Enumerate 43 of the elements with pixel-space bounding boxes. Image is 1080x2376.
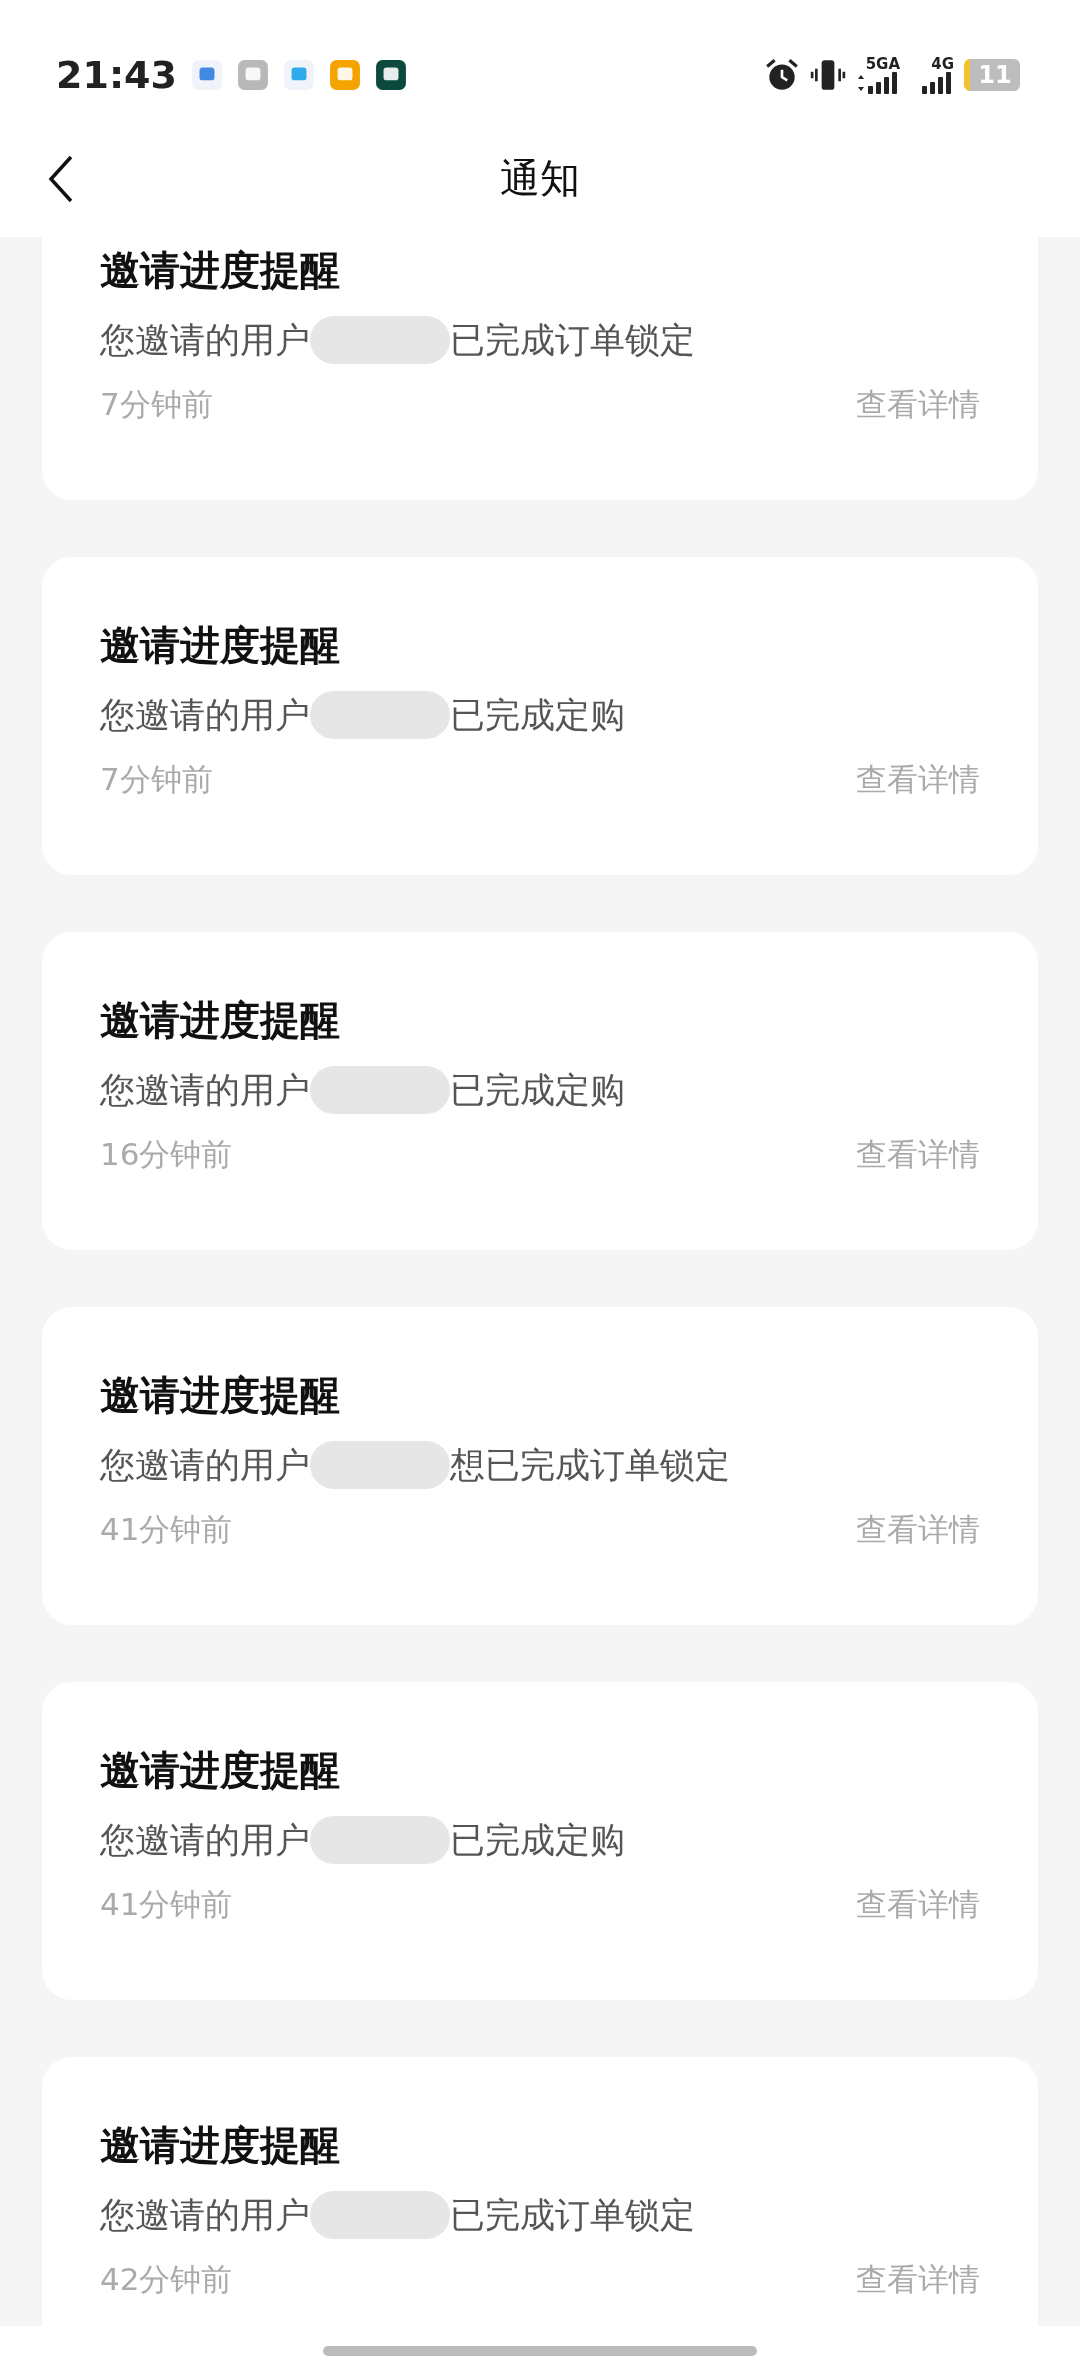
status-time: 21:43 [56,53,177,97]
message-text: 您邀请的用户 [100,2194,310,2237]
message-text: 已完成定购 [450,694,625,737]
app-notification-icon [282,59,315,91]
vibrate-icon [810,57,846,93]
message-text: 已完成订单锁定 [450,2194,695,2237]
message-text: 您邀请的用户 [100,319,310,362]
notification-title: 邀请进度提醒 [100,996,341,1045]
alarm-icon [764,57,800,93]
notification-card[interactable]: 邀请进度提醒 您邀请的用户 已完成定购 41分钟前 查看详情 [42,1682,1038,2000]
app-notification-icon [374,59,407,91]
notification-card[interactable]: 邀请进度提醒 您邀请的用户 已完成定购 16分钟前 查看详情 [42,932,1038,1250]
battery-indicator: 11 [964,59,1020,91]
message-text: 已完成定购 [450,1069,625,1112]
notification-title: 邀请进度提醒 [100,1746,341,1795]
page-title: 通知 [500,154,580,203]
network-label: 5GA [865,56,900,72]
message-text: 想已完成订单锁定 [450,1444,730,1487]
message-text: 您邀请的用户 [100,1444,310,1487]
app-notification-icon [190,59,223,91]
notification-title: 邀请进度提醒 [100,246,341,295]
message-text: 已完成订单锁定 [450,319,695,362]
app-notification-icon [328,59,361,91]
notification-time: 41分钟前 [100,1510,233,1549]
notification-time: 16分钟前 [100,1135,233,1174]
message-text: 您邀请的用户 [100,1819,310,1862]
notification-card[interactable]: 邀请进度提醒 您邀请的用户 已完成定购 7分钟前 查看详情 [42,557,1038,875]
signal-icon [856,71,900,94]
notification-time: 41分钟前 [100,1885,233,1924]
message-text: 您邀请的用户 [100,1069,310,1112]
app-notification-icon [236,59,269,91]
notification-time: 7分钟前 [100,760,213,799]
notification-card[interactable]: 邀请进度提醒 您邀请的用户 已完成订单锁定 42分钟前 查看详情 [42,2057,1038,2326]
message-text: 您邀请的用户 [100,694,310,737]
notification-title: 邀请进度提醒 [100,1371,341,1420]
notification-title: 邀请进度提醒 [100,2121,341,2170]
notification-card[interactable]: 邀请进度提醒 您邀请的用户 已完成订单锁定 7分钟前 查看详情 [42,237,1038,500]
notification-title: 邀请进度提醒 [100,621,341,670]
notification-time: 7分钟前 [100,385,213,424]
network-label: 4G [931,56,954,72]
notification-card[interactable]: 邀请进度提醒 您邀请的用户 想已完成订单锁定 41分钟前 查看详情 [42,1307,1038,1625]
notification-time: 42分钟前 [100,2260,233,2299]
message-text: 已完成定购 [450,1819,625,1862]
